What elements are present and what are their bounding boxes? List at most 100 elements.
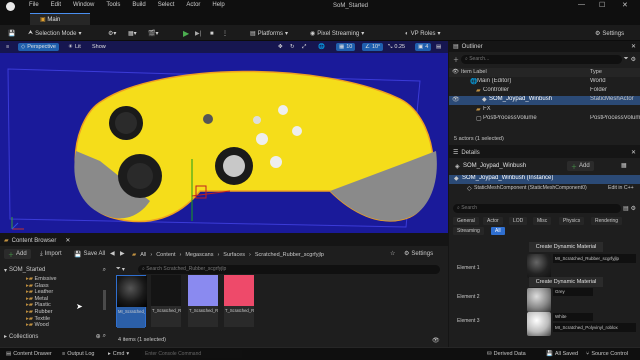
output-log-button[interactable]: ≡ Output Log <box>62 351 94 357</box>
tab-lod[interactable]: LOD <box>509 217 528 225</box>
all-saved-button[interactable]: 💾 All Saved <box>546 351 578 357</box>
tree-item[interactable]: ▸▰ Metal <box>26 296 106 303</box>
tab-general[interactable]: General <box>453 217 479 225</box>
scale-icon[interactable]: ⤢ <box>302 43 306 51</box>
gear-icon[interactable]: ⚙ <box>631 205 636 212</box>
material-thumbnail[interactable] <box>527 312 551 336</box>
tree-item[interactable]: ▸▰ Emissive <box>26 276 106 283</box>
hamburger-icon[interactable]: ≡ <box>6 43 9 51</box>
component-instance-row[interactable]: ◆ SOM_Joypad_Winbush (Instance) <box>449 175 640 184</box>
camera-speed-button[interactable]: ▣ 4 <box>415 43 432 51</box>
asset-tile-selected[interactable]: MI_Scratched_Rubber_scgrfyjlp_4K <box>116 275 147 328</box>
asset-tile[interactable]: T_Scratched_Rubber_scgrfyjlp_4K_N <box>188 275 218 327</box>
details-search-input[interactable]: ⌕ Search <box>453 204 621 213</box>
asset-search-input[interactable]: ⌕ Search Scratched_Rubber_scgrfyjlp <box>138 265 440 274</box>
col-item-label[interactable]: Item Label <box>461 69 487 75</box>
component-row[interactable]: ◇ StaticMeshComponent (StaticMeshCompone… <box>449 185 640 194</box>
material-select[interactable]: MI_Scratched_Rubber_scgrfyjlp <box>553 254 636 263</box>
menu-edit[interactable]: Edit <box>46 2 68 8</box>
add-icon[interactable]: ＋ <box>453 55 459 64</box>
outliner-row[interactable]: 🌐 Main (Editor) World <box>449 78 640 86</box>
material-select[interactable]: White <box>553 313 593 321</box>
add-button[interactable]: ＋ Add <box>4 249 31 259</box>
grid-snap-button[interactable]: ▦ 10 <box>336 43 356 51</box>
minimize-icon[interactable]: — <box>578 1 585 8</box>
breadcrumb-item[interactable]: Scratched_Rubber_scgrfyjlp <box>255 252 324 258</box>
star-icon[interactable]: ☆ <box>390 250 395 257</box>
tab-misc[interactable]: Misc <box>533 217 552 225</box>
world-icon[interactable]: 🌐 <box>318 43 325 51</box>
collections-header[interactable]: ▸ Collections ⊕ ⌕ <box>4 332 106 341</box>
import-button[interactable]: ⤓ Import <box>40 249 62 259</box>
breadcrumb-item[interactable]: Megascans <box>185 252 213 258</box>
selection-mode-button[interactable]: ⮝ Selection Mode ▾ <box>28 28 81 39</box>
material-select[interactable]: Grey <box>553 288 593 296</box>
close-icon[interactable]: ✕ <box>631 149 636 156</box>
filter-button[interactable]: ⏷ ▾ <box>116 265 125 274</box>
eye-icon[interactable]: 👁 <box>432 337 440 344</box>
play-options-icon[interactable]: ⋮ <box>222 28 228 39</box>
tree-item[interactable]: ▸▰ Plastic <box>26 302 106 309</box>
rotate-icon[interactable]: ↻ <box>290 43 295 51</box>
menu-tools[interactable]: Tools <box>101 2 127 8</box>
step-icon[interactable]: ▶| <box>195 28 201 39</box>
search-icon[interactable]: ⌕ <box>103 333 106 340</box>
add-component-button[interactable]: ＋ Add <box>567 161 594 171</box>
save-icon[interactable]: 💾 <box>8 28 15 39</box>
pixel-streaming-button[interactable]: ◉ Pixel Streaming ▾ <box>310 28 364 39</box>
actor-name[interactable]: SOM_Joypad_Winbush <box>463 163 526 169</box>
tab-main[interactable]: ▣ Main <box>30 13 90 25</box>
material-select[interactable]: MI_Scratched_Polyvinyl_roblox <box>553 323 636 332</box>
stop-icon[interactable]: ■ <box>210 28 214 39</box>
save-all-button[interactable]: 💾 Save All <box>74 249 105 259</box>
layout-icon[interactable]: ▤ <box>623 205 629 212</box>
add-icon[interactable]: ⊕ <box>96 333 101 340</box>
tab-physics[interactable]: Physics <box>559 217 585 225</box>
create-dynamic-material-button[interactable]: Create Dynamic Material <box>529 242 603 252</box>
layout-icon[interactable]: ▤ <box>436 43 441 51</box>
menu-build[interactable]: Build <box>127 2 152 8</box>
content-drawer-button[interactable]: ▤ Content Drawer <box>6 351 52 357</box>
close-icon[interactable]: ✕ <box>65 237 70 244</box>
breadcrumb-item[interactable]: All <box>140 252 146 258</box>
rotation-snap-button[interactable]: ∠ 10° <box>362 43 384 51</box>
perspective-button[interactable]: ◇ Perspective <box>18 43 59 51</box>
tree-item[interactable]: ▸▰ Glass <box>26 283 106 290</box>
maximize-icon[interactable]: ☐ <box>599 1 605 9</box>
show-button[interactable]: Show <box>92 43 106 51</box>
menu-actor[interactable]: Actor <box>181 2 207 8</box>
search-icon[interactable]: ⌕ <box>103 267 106 274</box>
breadcrumb-item[interactable]: Content <box>156 252 175 258</box>
lit-button[interactable]: ☀ Lit <box>68 43 81 51</box>
platforms-button[interactable]: ▤ Platforms ▾ <box>250 28 288 39</box>
forward-icon[interactable]: ▶ <box>120 250 125 257</box>
tree-item[interactable]: ▸▰ Textile <box>26 316 106 323</box>
menu-select[interactable]: Select <box>153 2 182 8</box>
create-dynamic-material-button[interactable]: Create Dynamic Material <box>529 277 603 287</box>
cinematics-icon[interactable]: 🎬▾ <box>148 28 158 39</box>
edit-cpp-link[interactable]: Edit in C++ <box>608 185 634 191</box>
tree-item[interactable]: ▸▰ Leather <box>26 289 106 296</box>
unreal-logo-icon[interactable] <box>6 2 15 11</box>
outliner-search-input[interactable]: ⌕ Search... <box>461 54 622 64</box>
filter-icon[interactable]: ⏷ <box>624 56 629 63</box>
source-control-button[interactable]: ⑂ Source Control <box>586 351 628 357</box>
vp-roles-button[interactable]: ◐ VP Roles ▾ <box>405 28 441 39</box>
close-icon[interactable]: ✕ <box>631 43 636 50</box>
material-thumbnail[interactable] <box>527 288 551 312</box>
modes-icon[interactable]: ⚙▾ <box>108 28 116 39</box>
tree-item[interactable]: ▸▰ Wood <box>26 322 106 329</box>
tab-streaming[interactable]: Streaming <box>453 227 484 235</box>
tab-all[interactable]: All <box>491 227 505 235</box>
blueprint-icon[interactable]: ▦▾ <box>128 28 137 39</box>
level-viewport[interactable]: ≡ ◇ Perspective ☀ Lit Show ✥ ↻ ⤢ 🌐 ▦ 10 … <box>0 41 448 233</box>
outliner-row[interactable]: ▰ FX <box>449 106 640 114</box>
tree-item[interactable]: ▸▰ Rubber <box>26 309 106 316</box>
translate-icon[interactable]: ✥ <box>278 43 283 51</box>
menu-file[interactable]: File <box>24 2 46 8</box>
play-button[interactable]: ▶ <box>183 28 189 39</box>
material-thumbnail[interactable] <box>527 254 551 278</box>
gear-icon[interactable]: ⚙ <box>631 56 636 63</box>
content-settings-button[interactable]: ⚙ Settings <box>404 250 433 258</box>
tab-actor[interactable]: Actor <box>483 217 503 225</box>
